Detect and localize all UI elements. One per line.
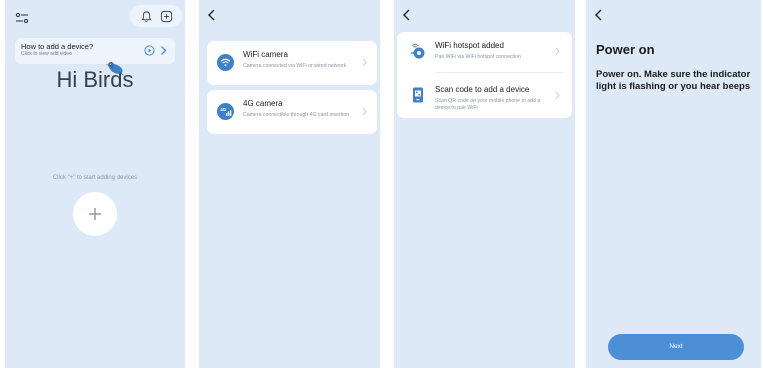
play-circle-icon [144,45,155,56]
add-method-screen: WiFi hotspot added Pair WiFi via WiFi ho… [394,0,575,368]
back-arrow-icon[interactable] [402,9,411,21]
hotspot-icon [411,43,425,59]
back-arrow-icon[interactable] [594,9,603,21]
empty-hint: Click "+" to start adding devices [52,175,138,181]
qr-phone-icon [413,87,423,103]
svg-text:4G: 4G [220,107,227,112]
home-screen: How to add a device? Click to view add v… [5,0,185,368]
add-method-card: WiFi hotspot added Pair WiFi via WiFi ho… [397,32,572,118]
bell-icon[interactable] [140,10,153,23]
divider [435,72,563,73]
wifi-icon [217,54,234,71]
chevron-right-icon [555,47,560,56]
device-type-screen: WiFi camera Camera connected via WiFi or… [199,0,380,368]
option-description: Camera connected via WiFi or wired netwo… [243,63,347,69]
scan-code-option[interactable]: Scan code to add a device Scan QR code o… [397,76,572,116]
filter-icon[interactable] [15,12,29,24]
instruction-text: Power on. Make sure the indicator light … [596,69,751,92]
4g-camera-option[interactable]: 4G 4G camera Camera connectible through … [207,90,377,134]
chevron-right-icon [362,58,367,67]
next-button[interactable]: Next [608,334,744,360]
option-description: Scan QR code on your mobile phone to add… [435,98,541,111]
howto-banner[interactable]: How to add a device? Click to view add v… [15,38,175,64]
option-title: 4G camera [243,99,283,108]
page-title: Power on [596,42,655,57]
option-description: Camera connectible through 4G card inser… [243,112,350,118]
add-device-button[interactable] [73,192,117,236]
option-title: WiFi camera [243,50,288,59]
option-title: Scan code to add a device [435,85,530,94]
chevron-right-icon [161,46,167,55]
power-on-screen: Power on Power on. Make sure the indicat… [586,0,761,368]
bird-icon [105,62,125,76]
signal-4g-icon: 4G [217,103,234,120]
chevron-right-icon [555,91,560,100]
option-description: Pair WiFi via WiFi hotspot connection [435,54,521,60]
plus-icon [89,208,101,220]
chevron-right-icon [362,107,367,116]
add-square-icon[interactable] [160,10,173,23]
back-arrow-icon[interactable] [207,9,216,21]
top-actions [130,5,182,27]
wifi-camera-option[interactable]: WiFi camera Camera connected via WiFi or… [207,41,377,85]
wifi-hotspot-option[interactable]: WiFi hotspot added Pair WiFi via WiFi ho… [397,32,572,72]
option-title: WiFi hotspot added [435,41,504,50]
brand-logo-text: Hi Birds [56,67,134,92]
